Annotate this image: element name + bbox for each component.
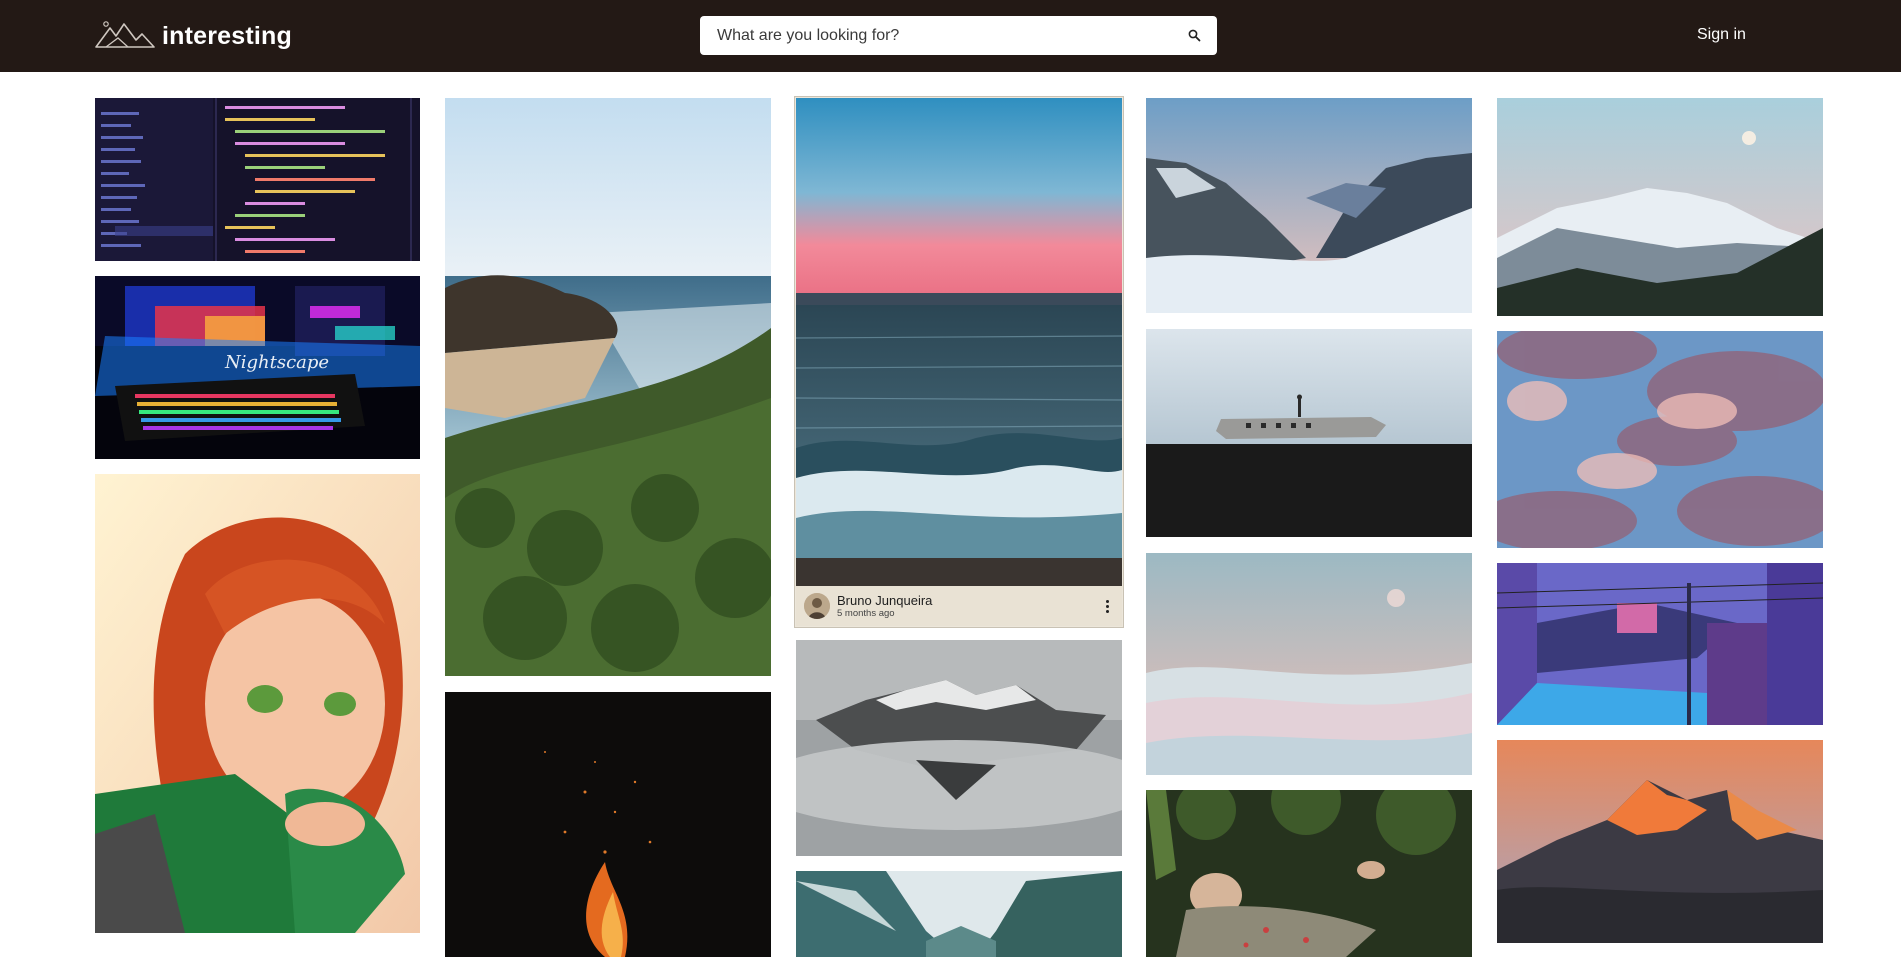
photo-tile-code-editor[interactable] <box>95 98 420 261</box>
photo-tile-campfire[interactable] <box>445 692 771 957</box>
author-avatar[interactable] <box>804 593 830 619</box>
search-input[interactable] <box>717 26 1185 45</box>
photo-card-footer: Bruno Junqueira 5 months ago <box>796 586 1122 626</box>
brand-logo[interactable]: interesting <box>94 18 292 54</box>
author-name[interactable]: Bruno Junqueira <box>837 594 932 607</box>
photo-tile-pink-clouds[interactable] <box>1497 331 1823 548</box>
photo-tile-snowy-valley[interactable] <box>1146 98 1472 313</box>
photo-tile-sunset-ocean[interactable] <box>796 98 1122 586</box>
photo-tile-alpine-valley[interactable] <box>796 871 1122 957</box>
mountains-logo-icon <box>94 18 156 55</box>
photo-tile-anime-girl[interactable] <box>95 474 420 933</box>
photo-tile-mountain-moon[interactable] <box>1497 98 1823 316</box>
photo-tile-rgb-keyboard[interactable]: Nightscape <box>95 276 420 459</box>
svg-text:Nightscape: Nightscape <box>224 352 329 373</box>
post-time: 5 months ago <box>837 607 895 619</box>
photo-tile-misty-peak[interactable] <box>796 640 1122 856</box>
more-options-icon[interactable] <box>1100 596 1114 616</box>
search-icon[interactable] <box>1185 27 1203 45</box>
photo-tile-neon-street[interactable] <box>1497 563 1823 725</box>
search-bar <box>700 16 1217 55</box>
photo-tile-pink-dunes[interactable] <box>1146 553 1472 775</box>
brand-name: interesting <box>162 21 292 50</box>
photo-tile-beach-cliff[interactable] <box>445 98 771 676</box>
top-navigation-bar: interesting Sign in <box>0 0 1901 72</box>
author-info: Bruno Junqueira 5 months ago <box>837 594 932 619</box>
photo-tile-alpenglow-peaks[interactable] <box>1497 740 1823 943</box>
photo-tile-ophelia-painting[interactable] <box>1146 790 1472 957</box>
photo-tile-plane-wreck[interactable] <box>1146 329 1472 537</box>
sign-in-link[interactable]: Sign in <box>1697 26 1746 44</box>
